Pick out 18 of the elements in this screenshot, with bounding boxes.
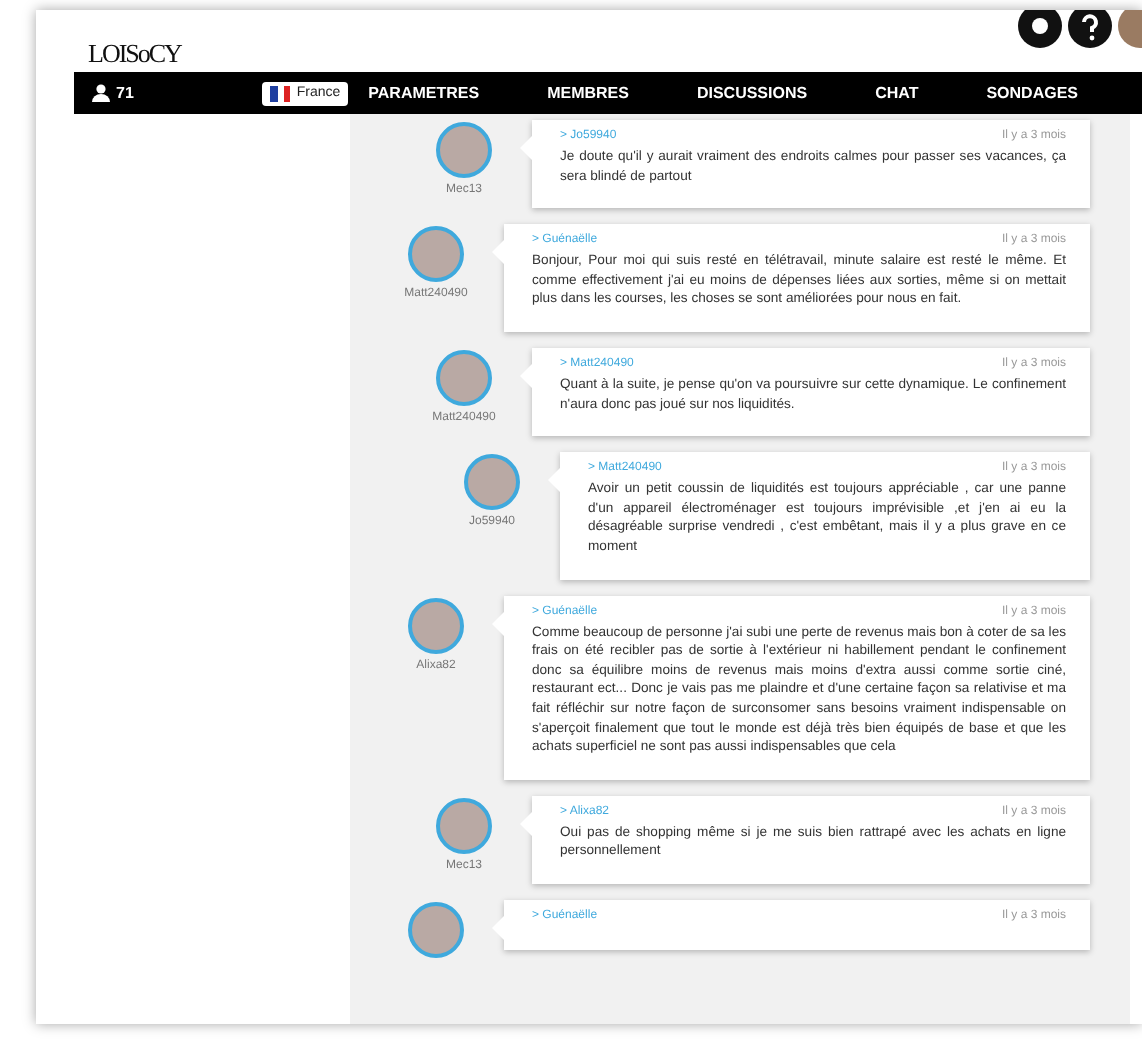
settings-icon[interactable]	[1018, 10, 1062, 48]
avatar	[408, 901, 464, 958]
avatar	[464, 454, 520, 511]
user-icon	[92, 84, 110, 102]
help-icon[interactable]	[1068, 10, 1112, 48]
avatar	[436, 349, 492, 406]
site-logo[interactable]: LOISoCY	[88, 38, 181, 70]
nav-tab[interactable]: MEMBRES	[543, 84, 633, 102]
nav-tab[interactable]: CHAT	[871, 84, 923, 102]
flag-icon	[270, 85, 291, 101]
nav-tab[interactable]: SONDAGES	[982, 84, 1082, 102]
online-count: 71	[116, 84, 134, 102]
avatar	[436, 122, 492, 178]
avatar	[408, 597, 464, 654]
nav-tab[interactable]: DISCUSSIONS	[692, 84, 812, 102]
nav-tab[interactable]: PARAMETRES	[364, 84, 484, 102]
avatar	[436, 797, 492, 854]
avatar	[408, 226, 464, 283]
